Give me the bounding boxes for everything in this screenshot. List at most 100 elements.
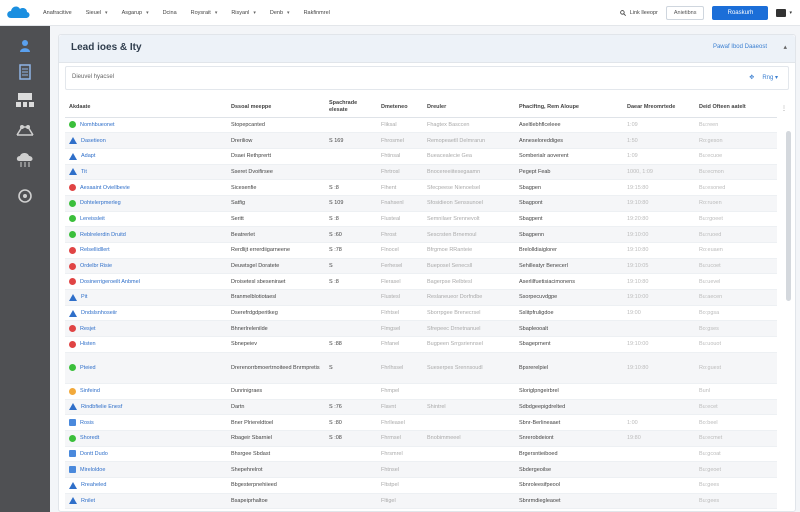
record-name-link[interactable]: Lereissleit: [80, 216, 105, 222]
cell-c8: Bu:aecen: [695, 289, 777, 306]
table-row[interactable]: Rnilet Bsapeiprhaltoe Fltigel Sbnrmdiegleao…: [65, 493, 777, 509]
org-icon[interactable]: [13, 90, 37, 110]
table-row[interactable]: Dohtelerpmerleg Satfig S 109 Fnahsenl Sfosid…: [65, 195, 777, 212]
cell-c2: Bbgesterpnehiieed: [227, 477, 325, 494]
move-icon[interactable]: ✥: [749, 74, 754, 81]
column-header[interactable]: Daear Mreomrtede: [623, 97, 695, 118]
column-settings-icon[interactable]: ⋮: [781, 105, 787, 112]
cloud-icon[interactable]: [13, 150, 37, 170]
record-name-link[interactable]: Dontt Dudo: [80, 451, 108, 457]
cell-c7: 19:10:80: [623, 273, 695, 291]
table-row[interactable]: Sinfeind Dunrinigraes Fhmpel Sloriglpngeirb…: [65, 383, 777, 400]
cloud-logo-icon[interactable]: [5, 3, 31, 21]
table-row[interactable]: Pit Branmelblotiotaesl Flustesl Reslaneueor…: [65, 289, 777, 306]
nav-item-2[interactable]: Asgarup ▾: [115, 0, 156, 26]
cell-c7: [623, 320, 695, 338]
record-name-link[interactable]: Tit: [81, 169, 87, 175]
table-row[interactable]: Dosinerrigeroeilt Anbmel Droisetesl sbese…: [65, 273, 777, 291]
nav-item-6[interactable]: Denb ▾: [263, 0, 297, 26]
nav-item-1[interactable]: Sieuel ▾: [79, 0, 115, 26]
record-name-link[interactable]: Dosinerrigeroeilt Anbmel: [80, 279, 140, 285]
record-name-link[interactable]: Pteied: [80, 361, 96, 375]
collapse-icon[interactable]: ▴: [783, 43, 787, 51]
record-name-link[interactable]: Rosis: [80, 420, 94, 426]
user-menu[interactable]: ▾: [776, 9, 792, 17]
filter-input[interactable]: Dieuvel hyacsel: [72, 74, 114, 80]
primary-button[interactable]: Roaskurh: [712, 6, 769, 20]
cell-c5: Bnocereeiitesegaamn: [423, 164, 515, 181]
nav-item-3[interactable]: Dcina: [156, 0, 184, 26]
record-name-link[interactable]: Dohtelerpmerleg: [80, 200, 121, 206]
record-name-link[interactable]: Shoredt: [80, 435, 99, 441]
record-name-link[interactable]: Rreaheled: [81, 482, 106, 488]
column-header[interactable]: Deid Ofteen aatelt: [695, 97, 777, 118]
column-header[interactable]: Akdaate: [65, 97, 227, 118]
record-name-link[interactable]: Dasetieon: [81, 138, 106, 144]
cell-c6: Bpsrerelpiel: [515, 352, 623, 384]
person-icon[interactable]: [13, 36, 37, 56]
record-name-link[interactable]: Reblrelerdin Druitd: [80, 232, 126, 238]
table-row[interactable]: Dndslsnhoseiir Dserefrdgdperitkeg Flrhtsel…: [65, 305, 777, 322]
record-name-link[interactable]: Nomhbueonet: [80, 122, 115, 128]
vertical-scrollbar[interactable]: [786, 131, 791, 301]
record-name-link[interactable]: Adapt: [81, 153, 95, 159]
column-header[interactable]: Dssoal meeppe: [227, 97, 325, 118]
column-header[interactable]: Dreuler: [423, 97, 515, 118]
range-dropdown[interactable]: Rng ▾: [762, 74, 778, 81]
table-row[interactable]: Mireloldoe Shepehrelrot Fhtnsel Sbdergeoils…: [65, 461, 777, 478]
status-triangle-icon: [69, 168, 77, 176]
cell-c8: Bu:ecmon: [695, 164, 777, 181]
table-row[interactable]: Tit Sseret Dvoifirsee Fhrtrosl Bnocereeiite…: [65, 164, 777, 181]
table-row[interactable]: Rosis Bner Plriereldtoel S :80 Fhrlleasel Sb…: [65, 414, 777, 431]
record-name-link[interactable]: Dndslsnhoseiir: [81, 310, 117, 316]
table-row[interactable]: Nomhbueonet Stopepcanted Fliksal Fhagtex Ba…: [65, 117, 777, 134]
record-name-link[interactable]: Relsellidllert: [80, 247, 110, 253]
table-row[interactable]: Rindbfielie Enesf Dartn S :76 Flavnt Shintre…: [65, 399, 777, 416]
record-name-link[interactable]: Ordelbr Risie: [80, 263, 112, 269]
global-search[interactable]: Link lleeopr: [619, 10, 658, 16]
secondary-button[interactable]: Anietibns: [665, 6, 705, 20]
table-row[interactable]: Histen Sbnepeiev S :88 Fhfanel Bugpeen Srrgs…: [65, 336, 777, 353]
table-row[interactable]: Lereissleit Seritt S :8 Flusteal Semnilaer S…: [65, 211, 777, 228]
column-header[interactable]: Spachrade elesate: [325, 97, 377, 118]
cell-c7: 19:10:00: [623, 289, 695, 306]
table-row[interactable]: Adapt Dsaei Rethprertt Fhtinsal Bueacealeci…: [65, 148, 777, 165]
cell-c4: Fhrost: [377, 226, 423, 243]
table-row[interactable]: Aesaaint Oviellbevie Sicesenfie S :8 Flhent…: [65, 179, 777, 196]
cell-c2: Bhnerlrelenilde: [227, 320, 325, 338]
cell-c7: 19:15:80: [623, 179, 695, 196]
record-name-link[interactable]: Mireloldoe: [80, 467, 105, 473]
cell-c4: Flavnt: [377, 399, 423, 416]
table-row[interactable]: Resjet Bhnerlrelenilde Flmgsel Sfrepeec Drn…: [65, 320, 777, 338]
nav-item-0[interactable]: Anafracitive: [36, 0, 79, 26]
table-row[interactable]: Relsellidllert Rerdlijt errerdiigarneene S…: [65, 242, 777, 259]
network-icon[interactable]: [13, 120, 37, 140]
column-header[interactable]: Phaciftng, Rem Aloupe: [515, 97, 623, 118]
document-icon[interactable]: [13, 62, 37, 82]
record-name-link[interactable]: Pit: [81, 294, 87, 300]
table-row[interactable]: Ordelbr Risie Deuwtsgel Doratete S Ferhesel…: [65, 258, 777, 275]
header-link[interactable]: Pawaf Ibod Daaeost: [713, 44, 767, 50]
cell-c2: Drerenorrbmoertrnoiteed Bnrmpretis: [227, 352, 325, 384]
table-row[interactable]: Dontt Dudo Bhsrgee Sbdast Fhrsmrel Brgersnt…: [65, 446, 777, 463]
record-name-link[interactable]: Rindbfielie Enesf: [81, 404, 122, 410]
table-row[interactable]: Pteied Drerenorrbmoertrnoiteed Bnrmpretis…: [65, 352, 777, 384]
record-name-link[interactable]: Histen: [80, 341, 96, 347]
cell-c8: Bu:ecet: [695, 399, 777, 416]
nav-item-7[interactable]: Rakfinmrel: [297, 0, 337, 26]
settings-icon[interactable]: [13, 186, 37, 206]
record-name-link[interactable]: Resjet: [80, 326, 96, 332]
table-row[interactable]: Shoredt Rbageir Sbarniel S :08 Fhrmsel Bnobi…: [65, 430, 777, 447]
nav-item-5[interactable]: Risyanl ▾: [224, 0, 263, 26]
name-cell-content: Shoredt: [69, 434, 223, 442]
table-row[interactable]: Rreaheled Bbgesterpnehiieed Fltstpel Sbnrol…: [65, 477, 777, 494]
table-row[interactable]: Dasetieon Dreriliow S 169 Fhrosmel Remopeaet…: [65, 132, 777, 149]
nav-item-4[interactable]: Roysrait ▾: [184, 0, 225, 26]
name-cell: Pit: [65, 289, 227, 306]
record-name-link[interactable]: Aesaaint Oviellbevie: [80, 185, 130, 191]
record-name-link[interactable]: Sinfeind: [80, 388, 100, 394]
cell-c4: Fhrlhssel: [377, 352, 423, 384]
table-row[interactable]: Reblrelerdin Druitd Beatrerlet S :60 Fhrost…: [65, 226, 777, 243]
column-header[interactable]: Dmeteneo: [377, 97, 423, 118]
record-name-link[interactable]: Rnilet: [81, 498, 95, 504]
